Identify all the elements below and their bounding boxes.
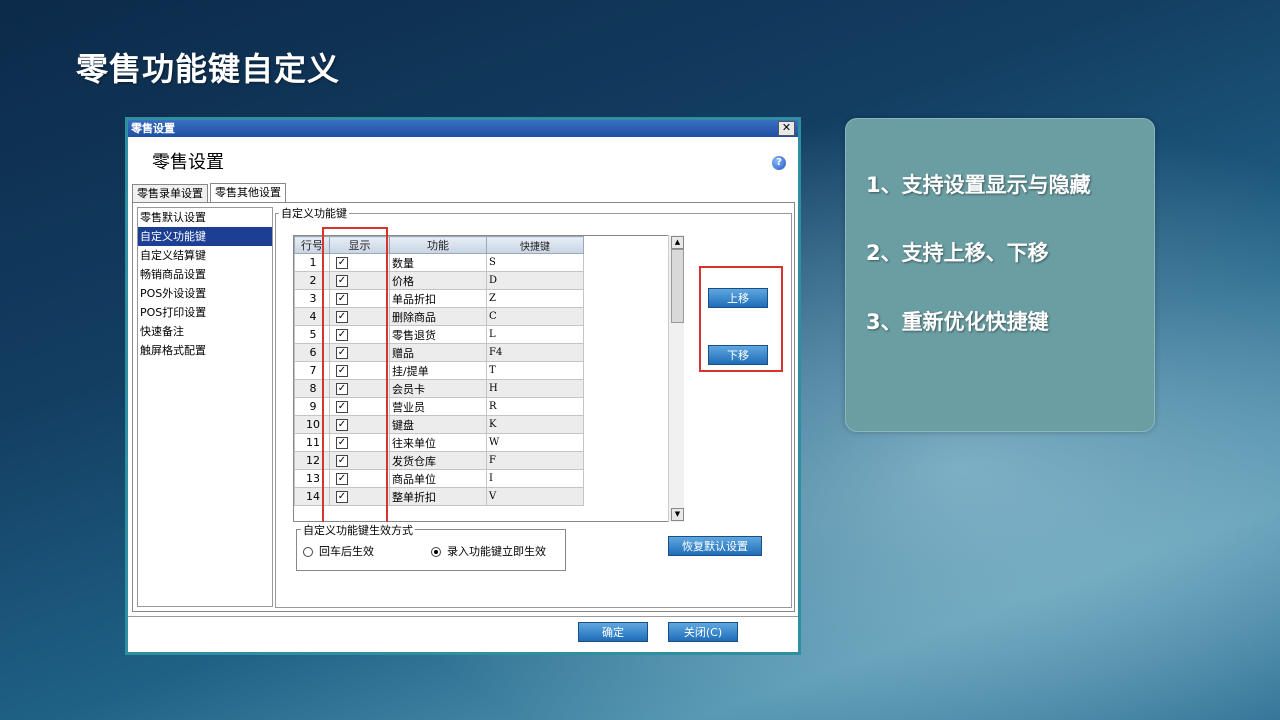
- function-cell[interactable]: 挂/提单: [389, 361, 487, 380]
- tab-retail-other-settings[interactable]: 零售其他设置: [210, 183, 286, 202]
- shortcut-cell[interactable]: S: [486, 253, 584, 272]
- column-header-function[interactable]: 功能: [389, 236, 487, 254]
- function-cell[interactable]: 整单折扣: [389, 487, 487, 506]
- nav-item-pos-peripheral[interactable]: POS外设设置: [138, 284, 272, 303]
- settings-nav-list: 零售默认设置 自定义功能键 自定义结算键 畅销商品设置 POS外设设置 POS打…: [137, 207, 273, 607]
- shortcut-cell[interactable]: V: [486, 487, 584, 506]
- nav-item-pos-print[interactable]: POS打印设置: [138, 303, 272, 322]
- tab-retail-entry-settings[interactable]: 零售录单设置: [132, 184, 208, 202]
- move-down-button[interactable]: 下移: [708, 345, 768, 365]
- function-cell[interactable]: 零售退货: [389, 325, 487, 344]
- function-cell[interactable]: 数量: [389, 253, 487, 272]
- shortcut-cell[interactable]: R: [486, 397, 584, 416]
- retail-settings-dialog: 零售设置 ✕ 零售设置 ? 零售录单设置 零售其他设置 零售默认设置 自定义功能…: [125, 117, 801, 655]
- move-up-button[interactable]: 上移: [708, 288, 768, 308]
- grid-scrollbar[interactable]: ▲ ▼: [668, 235, 684, 522]
- shortcut-cell[interactable]: H: [486, 379, 584, 398]
- function-cell[interactable]: 营业员: [389, 397, 487, 416]
- custom-keys-group-title: 自定义功能键: [279, 205, 349, 221]
- function-cell[interactable]: 商品单位: [389, 469, 487, 488]
- function-cell[interactable]: 键盘: [389, 415, 487, 434]
- function-cell[interactable]: 删除商品: [389, 307, 487, 326]
- ok-button[interactable]: 确定: [578, 622, 648, 642]
- window-titlebar[interactable]: 零售设置: [128, 120, 798, 137]
- tab-content: 零售默认设置 自定义功能键 自定义结算键 畅销商品设置 POS外设设置 POS打…: [132, 202, 795, 612]
- function-cell[interactable]: 会员卡: [389, 379, 487, 398]
- function-cell[interactable]: 赠品: [389, 343, 487, 362]
- shortcut-cell[interactable]: F4: [486, 343, 584, 362]
- scroll-down-icon[interactable]: ▼: [671, 508, 684, 521]
- radio-indicator[interactable]: [303, 547, 313, 557]
- function-cell[interactable]: 往来单位: [389, 433, 487, 452]
- shortcut-cell[interactable]: T: [486, 361, 584, 380]
- function-cell[interactable]: 发货仓库: [389, 451, 487, 470]
- radio-indicator-selected[interactable]: [431, 547, 441, 557]
- nav-item-custom-settlement-keys[interactable]: 自定义结算键: [138, 246, 272, 265]
- footer-divider: [128, 616, 798, 617]
- show-column-highlight: [322, 227, 388, 525]
- feature-line-2: 2、支持上移、下移: [866, 241, 1049, 265]
- shortcut-cell[interactable]: L: [486, 325, 584, 344]
- dialog-header-title: 零售设置: [152, 152, 224, 173]
- nav-item-quick-note[interactable]: 快速备注: [138, 322, 272, 341]
- nav-item-default-settings[interactable]: 零售默认设置: [138, 208, 272, 227]
- shortcut-cell[interactable]: K: [486, 415, 584, 434]
- feature-info-panel: 1、支持设置显示与隐藏 2、支持上移、下移 3、重新优化快捷键: [845, 118, 1155, 432]
- radio-label: 录入功能键立即生效: [447, 545, 546, 558]
- nav-item-custom-function-keys[interactable]: 自定义功能键: [138, 227, 272, 246]
- nav-item-touchscreen-format[interactable]: 触屏格式配置: [138, 341, 272, 360]
- help-icon[interactable]: ?: [772, 156, 786, 170]
- radio-label: 回车后生效: [319, 545, 374, 558]
- scroll-thumb[interactable]: [671, 249, 684, 323]
- scroll-up-icon[interactable]: ▲: [671, 236, 684, 249]
- nav-item-bestseller-settings[interactable]: 畅销商品设置: [138, 265, 272, 284]
- shortcut-cell[interactable]: F: [486, 451, 584, 470]
- function-cell[interactable]: 单品折扣: [389, 289, 487, 308]
- close-icon[interactable]: ✕: [778, 121, 795, 136]
- radio-apply-on-enter[interactable]: 回车后生效: [303, 543, 374, 559]
- shortcut-cell[interactable]: I: [486, 469, 584, 488]
- restore-default-button[interactable]: 恢复默认设置: [668, 536, 762, 556]
- shortcut-cell[interactable]: Z: [486, 289, 584, 308]
- apply-mode-group-title: 自定义功能键生效方式: [301, 522, 415, 538]
- radio-apply-immediately[interactable]: 录入功能键立即生效: [431, 543, 546, 559]
- slide-title: 零售功能键自定义: [76, 50, 341, 88]
- shortcut-cell[interactable]: W: [486, 433, 584, 452]
- function-cell[interactable]: 价格: [389, 271, 487, 290]
- close-button[interactable]: 关闭(C): [668, 622, 738, 642]
- feature-line-1: 1、支持设置显示与隐藏: [866, 173, 1091, 197]
- shortcut-cell[interactable]: C: [486, 307, 584, 326]
- column-header-shortcut[interactable]: 快捷键: [486, 236, 584, 254]
- feature-line-3: 3、重新优化快捷键: [866, 310, 1049, 334]
- shortcut-cell[interactable]: D: [486, 271, 584, 290]
